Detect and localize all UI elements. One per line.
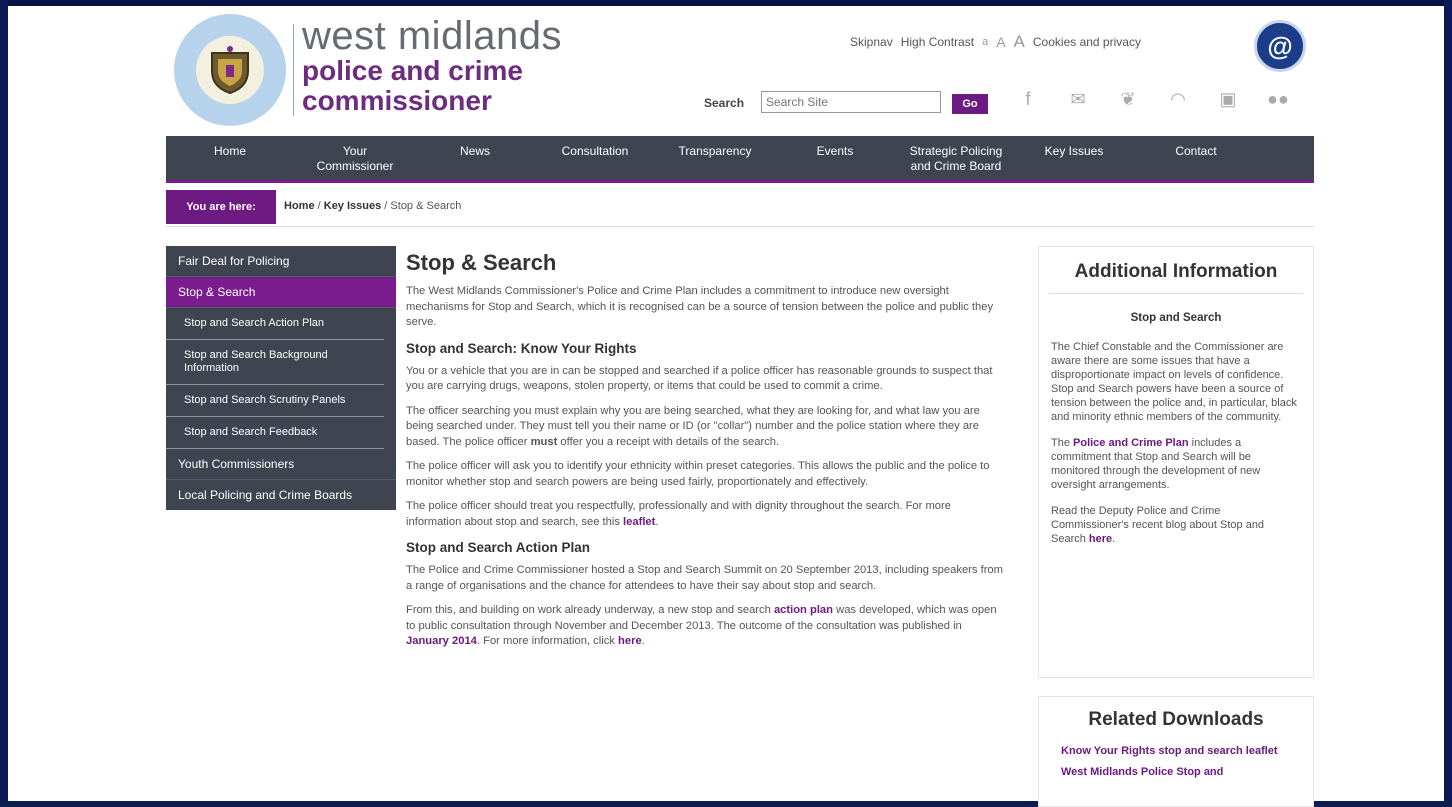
additional-info-paragraph-1: The Chief Constable and the Commissioner… [1051,341,1297,423]
text-size-medium-button[interactable]: A [996,34,1005,50]
heading-action-plan: Stop and Search Action Plan [406,540,591,555]
action-paragraph-2-end: . [641,635,645,647]
twitter-icon[interactable]: ❦ [1114,89,1142,110]
download-link-know-your-rights[interactable]: Know Your Rights stop and search leaflet [1061,745,1313,758]
cookies-privacy-link[interactable]: Cookies and privacy [1033,35,1141,49]
additional-info-panel: Additional Information Stop and Search T… [1038,246,1314,678]
email-icon[interactable]: ✉ [1064,89,1092,110]
additional-info-paragraph-3: Read the Deputy Police and Crime Commiss… [1051,504,1301,546]
skipnav-link[interactable]: Skipnav [850,35,893,49]
breadcrumb-home[interactable]: Home [284,200,315,212]
logo-divider [293,24,294,116]
nav-transparency[interactable]: Transparency [656,136,774,180]
nav-strategic-board[interactable]: Strategic Policing and Crime Board [896,136,1016,180]
leaflet-link[interactable]: leaflet [623,516,655,528]
rights-paragraph-4-text: The police officer should treat you resp… [406,500,951,528]
sidebar-subitem-action-plan[interactable]: Stop and Search Action Plan [166,308,384,340]
additional-info-paragraph-3-pre: Read the Deputy Police and Crime Commiss… [1051,505,1265,545]
breadcrumb: You are here: Home / Key Issues / Stop &… [166,190,1314,227]
sidebar-subitem-scrutiny-panels[interactable]: Stop and Search Scrutiny Panels [166,385,384,417]
flickr-icon[interactable]: ●● [1264,89,1292,110]
social-links: f ✉ ❦ ◠ ▣ ●● [1014,89,1292,110]
text-size-large-button[interactable]: A [1014,32,1025,52]
rights-paragraph-2: The officer searching you must explain w… [406,404,1006,451]
breadcrumb-trail: Home / Key Issues / Stop & Search [284,200,461,212]
brand-title-line2: police and crime [302,55,523,86]
rights-paragraph-2-end: offer you a receipt with details of the … [557,435,780,448]
youtube-icon[interactable]: ▣ [1214,89,1242,110]
download-link-wmp-stop-search[interactable]: West Midlands Police Stop and [1061,766,1313,779]
police-crime-plan-link[interactable]: Police and Crime Plan [1073,437,1189,449]
main-content: Stop & Search The West Midlands Commissi… [406,250,1006,659]
action-paragraph-2-more: . For more information, click [476,635,619,647]
facebook-icon[interactable]: f [1014,89,1042,110]
january-2014-link[interactable]: January 2014 [406,635,477,647]
rights-paragraph-3: The police officer will ask you to ident… [406,460,990,488]
breadcrumb-key-issues[interactable]: Key Issues [324,200,381,212]
rights-paragraph-2-emphasis: must [530,435,558,448]
action-plan-link[interactable]: action plan [774,604,833,616]
search-go-button[interactable]: Go [952,94,988,114]
additional-info-subtitle: Stop and Search [1130,312,1222,324]
related-downloads-title: Related Downloads [1088,709,1264,730]
additional-info-title: Additional Information [1049,247,1303,294]
text-size-small-button[interactable]: a [982,36,988,48]
action-paragraph-2-text: From this, and building on work already … [406,604,774,616]
rights-paragraph-4-end: . [655,515,659,528]
web-page: west midlands police and crime commissio… [8,6,1444,807]
brand-title-line3: commissioner [302,85,492,116]
breadcrumb-label: You are here: [166,190,276,224]
intro-paragraph: The West Midlands Commissioner's Police … [406,285,994,328]
search-input[interactable] [761,91,941,113]
sidebar-subitem-background[interactable]: Stop and Search Background Information [166,340,384,385]
additional-info-paragraph-2-pre: The [1051,437,1074,449]
rss-icon[interactable]: ◠ [1164,89,1192,110]
sidebar-item-local-policing[interactable]: Local Policing and Crime Boards [166,480,396,510]
nav-key-issues[interactable]: Key Issues [1016,136,1132,180]
nav-home[interactable]: Home [166,136,294,180]
sidebar-subitem-feedback[interactable]: Stop and Search Feedback [166,417,384,449]
breadcrumb-current: Stop & Search [390,200,462,212]
breadcrumb-separator: / [317,200,321,212]
nav-events[interactable]: Events [774,136,896,180]
nav-consultation[interactable]: Consultation [534,136,656,180]
crest-logo[interactable] [174,14,286,126]
high-contrast-link[interactable]: High Contrast [901,35,974,49]
more-info-here-link[interactable]: here [618,635,642,647]
nav-your-commissioner[interactable]: Your Commissioner [294,136,416,180]
blog-here-link[interactable]: here [1089,533,1112,545]
related-downloads-panel: Related Downloads Know Your Rights stop … [1038,696,1314,807]
action-paragraph-1: The Police and Crime Commissioner hosted… [406,564,1003,592]
main-nav: Home Your Commissioner News Consultation… [166,136,1314,183]
heading-know-your-rights: Stop and Search: Know Your Rights [406,340,637,356]
brand-title-line1: west midlands [302,14,562,58]
breadcrumb-separator: / [384,200,388,212]
action-paragraph-2: From this, and building on work already … [406,603,1006,650]
sidebar-item-stop-search[interactable]: Stop & Search [166,277,396,308]
window-frame-right [1444,0,1452,801]
additional-info-paragraph-3-post: . [1112,533,1116,545]
utility-links: Skipnav High Contrast a A A Cookies and … [850,32,1141,52]
section-sidebar: Fair Deal for Policing Stop & Search Sto… [166,246,396,510]
page-title: Stop & Search [406,250,557,275]
rights-paragraph-1: You or a vehicle that you are in can be … [406,364,993,393]
accessibility-icon[interactable]: @ [1254,20,1306,72]
sidebar-item-fair-deal[interactable]: Fair Deal for Policing [166,246,396,277]
window-frame-left [0,0,8,801]
search-label: Search [704,96,745,110]
crest-icon [196,36,264,104]
rights-paragraph-4: The police officer should treat you resp… [406,499,1006,530]
additional-info-paragraph-2: The Police and Crime Plan includes a com… [1051,436,1301,492]
nav-contact[interactable]: Contact [1132,136,1260,180]
sidebar-item-youth-commissioners[interactable]: Youth Commissioners [166,449,396,480]
nav-news[interactable]: News [416,136,534,180]
